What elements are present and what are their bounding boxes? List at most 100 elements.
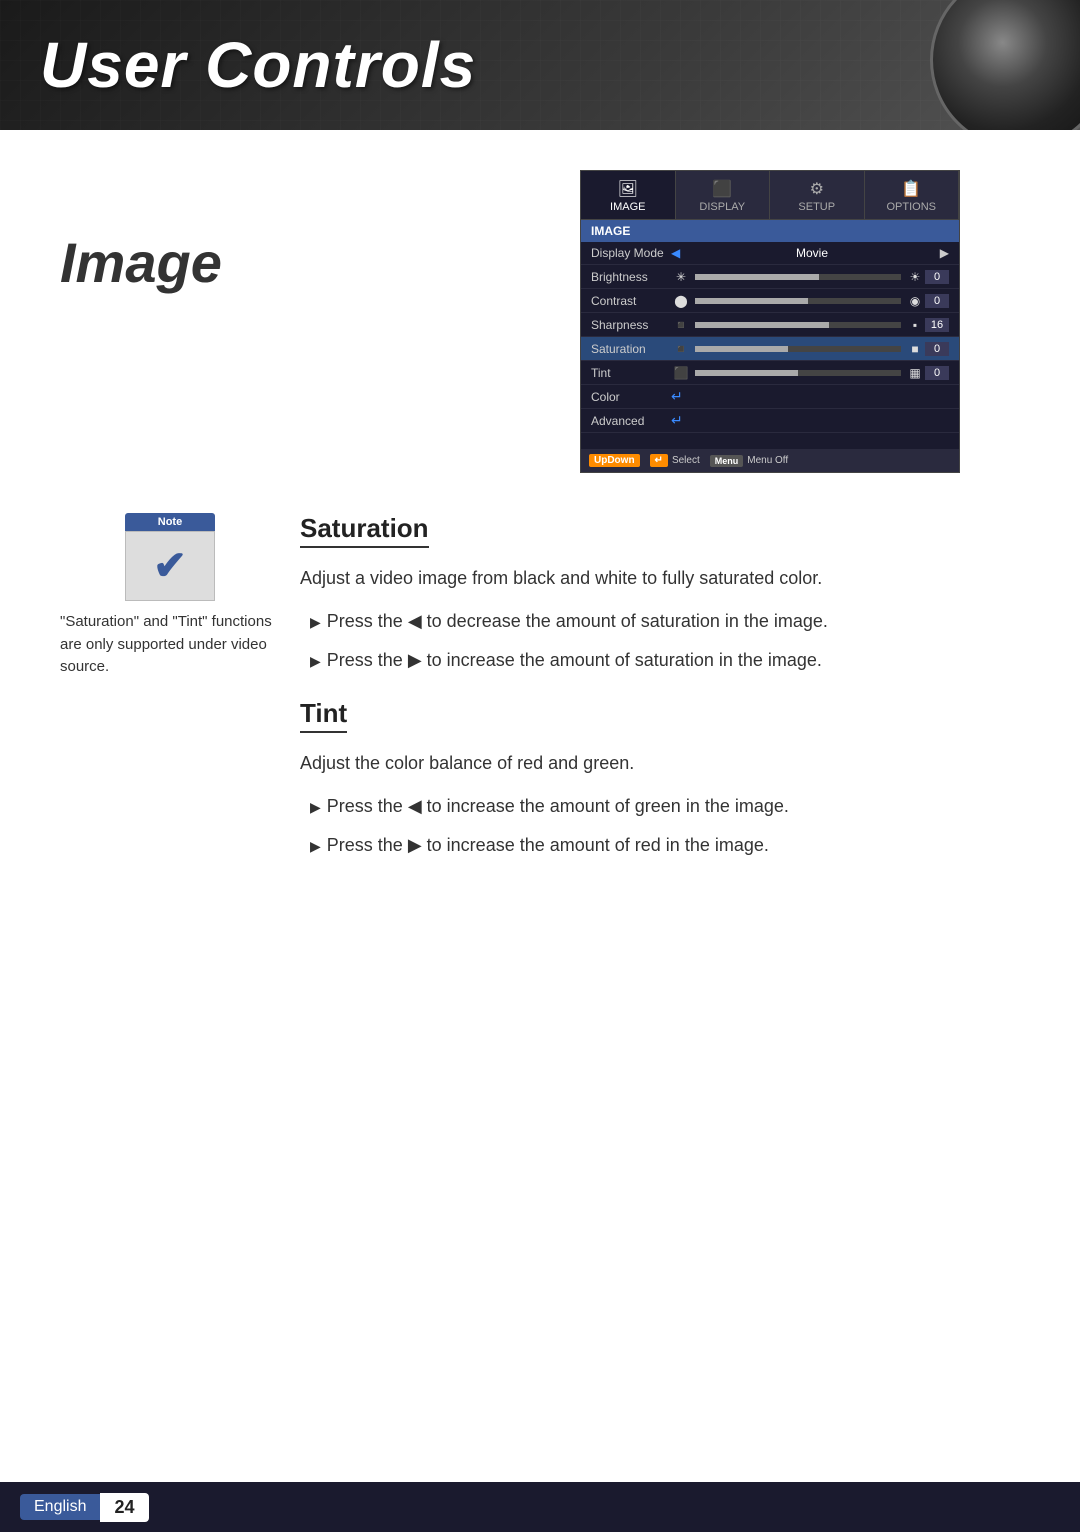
tint-slider-fill xyxy=(695,370,798,376)
osd-brightness-row: Brightness ✳ ☀ 0 xyxy=(581,265,959,289)
bullet-arrow-icon-4: ▶ xyxy=(310,835,321,857)
osd-tab-display[interactable]: ⬛ DISPLAY xyxy=(676,171,771,219)
saturation-bullet-1: ▶ Press the ◀ to decrease the amount of … xyxy=(310,607,828,636)
display-mode-value: Movie xyxy=(684,246,940,260)
saturation-slider-fill xyxy=(695,346,788,352)
content-area: Saturation Adjust a video image from bla… xyxy=(300,513,828,884)
bullet-arrow-icon-2: ▶ xyxy=(310,650,321,672)
display-mode-left-arrow[interactable]: ◀ xyxy=(671,246,680,260)
display-tab-label: DISPLAY xyxy=(699,201,745,213)
color-enter-icon[interactable]: ↵ xyxy=(671,388,683,405)
sharpness-indicator-icon: ▪ xyxy=(905,318,925,332)
contrast-label: Contrast xyxy=(591,294,671,308)
display-mode-label: Display Mode xyxy=(591,246,671,260)
brightness-sun-icon: ☀ xyxy=(905,270,925,284)
sharpness-slider-fill xyxy=(695,322,829,328)
sharpness-value: 16 xyxy=(925,318,949,332)
tint-label: Tint xyxy=(591,366,671,380)
osd-advanced-row: Advanced ↵ xyxy=(581,409,959,433)
tint-slider[interactable] xyxy=(695,370,901,376)
menu-key: Menu xyxy=(710,455,744,467)
saturation-bullets: ▶ Press the ◀ to decrease the amount of … xyxy=(300,607,828,675)
osd-saturation-row: Saturation ◾ ■ 0 xyxy=(581,337,959,361)
saturation-label: Saturation xyxy=(591,342,671,356)
contrast-indicator-icon: ◉ xyxy=(905,294,925,308)
image-tab-label: IMAGE xyxy=(610,201,645,213)
contrast-slider[interactable] xyxy=(695,298,901,304)
osd-footer-menu: Menu Menu Off xyxy=(710,454,788,467)
updown-key: UpDown xyxy=(589,454,640,467)
note-badge: Note xyxy=(125,513,215,531)
tint-icon: ⬛ xyxy=(671,366,691,380)
sharpness-slider[interactable] xyxy=(695,322,901,328)
image-tab-icon: 🖼 xyxy=(585,179,671,199)
note-text: "Saturation" and "Tint" functions are on… xyxy=(60,611,280,679)
tint-bullet-2: ▶ Press the ▶ to increase the amount of … xyxy=(310,831,828,860)
osd-footer: UpDown ↵ Select Menu Menu Off xyxy=(581,449,959,472)
tint-value: 0 xyxy=(925,366,949,380)
note-and-saturation: Note ✔ "Saturation" and "Tint" functions… xyxy=(60,513,1020,884)
display-mode-right-arrow[interactable]: ▶ xyxy=(940,246,949,260)
color-label: Color xyxy=(591,390,671,404)
brightness-label: Brightness xyxy=(591,270,671,284)
tint-slider-track xyxy=(695,370,901,376)
contrast-slider-fill xyxy=(695,298,808,304)
lens-decoration xyxy=(880,0,1080,130)
osd-display-mode-row: Display Mode ◀ Movie ▶ xyxy=(581,242,959,265)
options-tab-label: OPTIONS xyxy=(886,201,936,213)
footer-page-number: 24 xyxy=(100,1493,148,1522)
brightness-slider[interactable] xyxy=(695,274,901,280)
saturation-icon: ◾ xyxy=(671,342,691,356)
tint-bullet-1-text: Press the ◀ to increase the amount of gr… xyxy=(327,792,789,821)
enter-key: ↵ xyxy=(650,454,668,467)
tint-bullet-1: ▶ Press the ◀ to increase the amount of … xyxy=(310,792,828,821)
display-tab-icon: ⬛ xyxy=(680,179,766,199)
saturation-slider[interactable] xyxy=(695,346,901,352)
osd-contrast-row: Contrast ⬤ ◉ 0 xyxy=(581,289,959,313)
tint-description: Adjust the color balance of red and gree… xyxy=(300,749,828,778)
image-label: Image xyxy=(60,230,320,295)
osd-spacer xyxy=(581,433,959,449)
saturation-section: Saturation Adjust a video image from bla… xyxy=(300,513,828,674)
page-header: User Controls xyxy=(0,0,1080,130)
note-icon-box: ✔ xyxy=(125,531,215,601)
select-label: Select xyxy=(672,455,700,466)
contrast-value: 0 xyxy=(925,294,949,308)
osd-tab-options[interactable]: 📋 OPTIONS xyxy=(865,171,960,219)
osd-menu: 🖼 IMAGE ⬛ DISPLAY ⚙ SETUP 📋 OPTIONS IMAG… xyxy=(580,170,960,473)
advanced-label: Advanced xyxy=(591,414,671,428)
saturation-title: Saturation xyxy=(300,513,429,548)
contrast-slider-track xyxy=(695,298,901,304)
sharpness-slider-track xyxy=(695,322,901,328)
osd-color-row: Color ↵ xyxy=(581,385,959,409)
saturation-description: Adjust a video image from black and whit… xyxy=(300,564,828,593)
osd-tabs: 🖼 IMAGE ⬛ DISPLAY ⚙ SETUP 📋 OPTIONS xyxy=(581,171,959,220)
osd-tab-setup[interactable]: ⚙ SETUP xyxy=(770,171,865,219)
tint-title: Tint xyxy=(300,698,347,733)
osd-tab-image[interactable]: 🖼 IMAGE xyxy=(581,171,676,219)
bullet-arrow-icon-3: ▶ xyxy=(310,796,321,818)
setup-tab-label: SETUP xyxy=(798,201,835,213)
saturation-bullet-1-text: Press the ◀ to decrease the amount of sa… xyxy=(327,607,828,636)
page-footer: English 24 xyxy=(0,1482,1080,1532)
checkmark-icon: ✔ xyxy=(153,543,187,589)
menu-off-label: Menu Off xyxy=(747,455,788,466)
contrast-icon: ⬤ xyxy=(671,294,691,308)
footer-language: English xyxy=(20,1494,100,1520)
note-box: Note ✔ "Saturation" and "Tint" functions… xyxy=(60,513,280,884)
lens-circle xyxy=(930,0,1080,130)
saturation-value: 0 xyxy=(925,342,949,356)
advanced-enter-icon[interactable]: ↵ xyxy=(671,412,683,429)
tint-bullet-2-text: Press the ▶ to increase the amount of re… xyxy=(327,831,769,860)
tint-section: Tint Adjust the color balance of red and… xyxy=(300,698,828,859)
brightness-value: 0 xyxy=(925,270,949,284)
bullet-arrow-icon-1: ▶ xyxy=(310,611,321,633)
saturation-bullet-2: ▶ Press the ▶ to increase the amount of … xyxy=(310,646,828,675)
saturation-indicator-icon: ■ xyxy=(905,342,925,356)
osd-tint-row: Tint ⬛ ▦ 0 xyxy=(581,361,959,385)
osd-sharpness-row: Sharpness ◾ ▪ 16 xyxy=(581,313,959,337)
brightness-slider-fill xyxy=(695,274,819,280)
osd-footer-updown: UpDown xyxy=(589,454,640,467)
sharpness-icon: ◾ xyxy=(671,318,691,332)
saturation-bullet-2-text: Press the ▶ to increase the amount of sa… xyxy=(327,646,822,675)
